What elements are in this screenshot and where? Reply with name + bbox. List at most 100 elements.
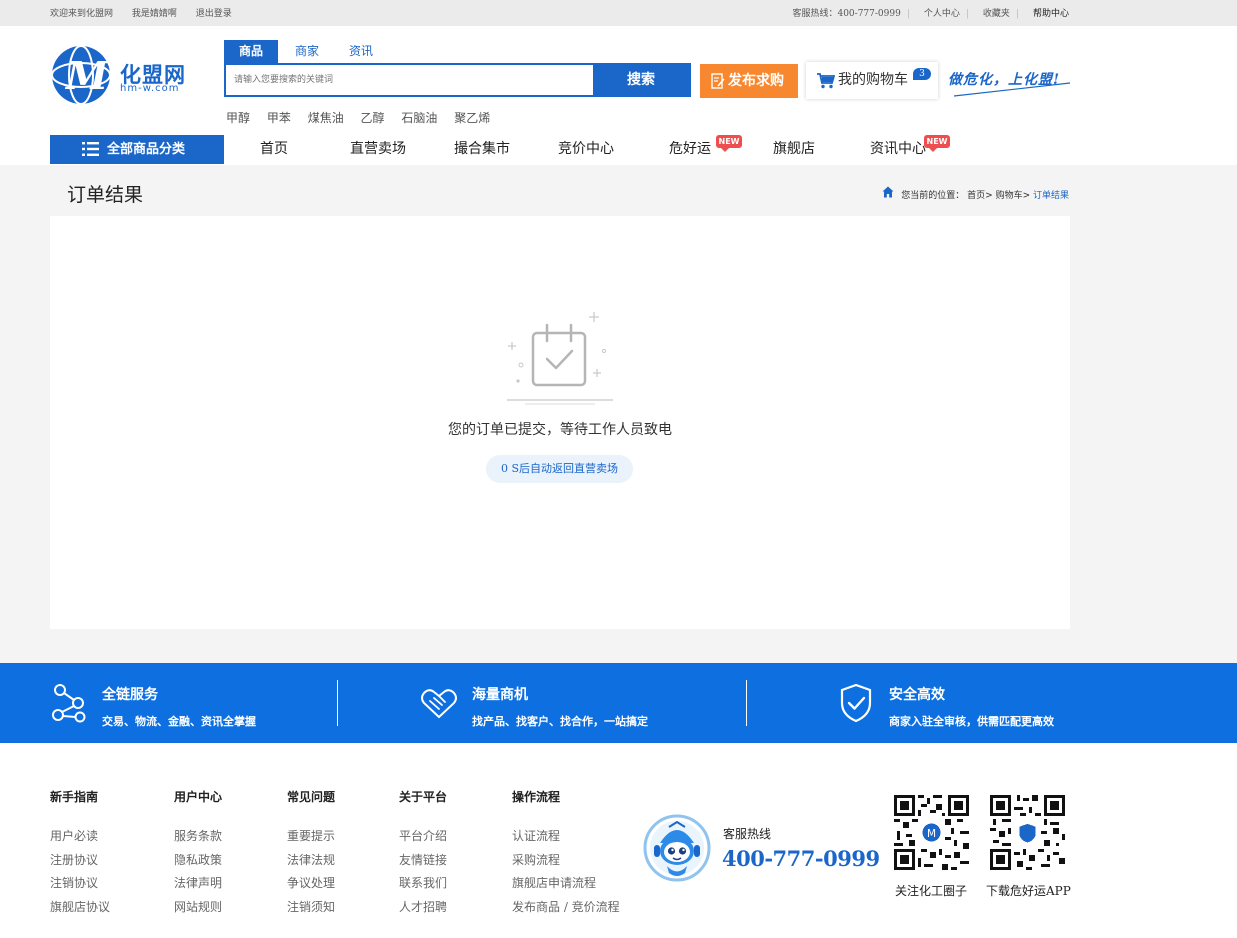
shopping-cart-icon: [817, 73, 835, 89]
hot-keywords: 甲醇 甲苯 煤焦油 乙醇 石脑油 聚乙烯: [226, 109, 503, 126]
calendar-check-icon: [507, 312, 613, 405]
footer-column-title: 关于平台: [399, 790, 448, 804]
search-input[interactable]: [226, 65, 595, 95]
qr-label: 下载危好运APP: [986, 884, 1071, 898]
search-button[interactable]: 搜索: [593, 65, 689, 95]
nav-home[interactable]: 首页: [229, 135, 319, 164]
publish-request-button[interactable]: 发布求购: [700, 64, 798, 98]
page-title: 订单结果: [67, 184, 144, 206]
logo-globe-icon: M: [51, 45, 111, 105]
footer-column-title: 操作流程: [512, 790, 561, 804]
hotword-link[interactable]: 石脑油: [401, 111, 437, 125]
footer-link[interactable]: 注销协议: [50, 872, 110, 896]
logout-link[interactable]: 退出登录: [196, 9, 232, 19]
main-nav: 全部商品分类 首页 直营卖场 撮合集市 竞价中心 危好运 NEW 旗舰店 资讯中…: [0, 133, 1237, 165]
new-badge: NEW: [716, 135, 742, 152]
footer-link[interactable]: 注册协议: [50, 849, 110, 873]
footer-column: 关于平台 平台介绍 友情链接 联系我们 人才招聘: [399, 788, 447, 919]
breadcrumb-cart[interactable]: 购物车: [996, 191, 1023, 201]
feature-desc: 交易、物流、金融、资讯全掌握: [102, 715, 256, 728]
footer-link[interactable]: 重要提示: [287, 825, 335, 849]
footer-column-title: 新手指南: [50, 790, 99, 804]
footer-link[interactable]: 服务条款: [174, 825, 222, 849]
footer-link[interactable]: 争议处理: [287, 872, 335, 896]
hotword-link[interactable]: 聚乙烯: [454, 111, 490, 125]
new-badge: NEW: [924, 135, 950, 152]
all-categories-label: 全部商品分类: [107, 142, 186, 157]
nav-direct-store[interactable]: 直营卖场: [333, 135, 423, 164]
footer-link[interactable]: 法律法规: [287, 849, 335, 873]
footer-link[interactable]: 认证流程: [512, 825, 620, 849]
footer-link[interactable]: 法律声明: [174, 872, 222, 896]
breadcrumb: 您当前的位置： 首页> 购物车> 订单结果: [882, 186, 1069, 201]
breadcrumb-home[interactable]: 首页: [967, 191, 985, 201]
footer-link[interactable]: 网站规则: [174, 896, 222, 920]
footer-link[interactable]: 用户必读: [50, 825, 110, 849]
my-cart-button[interactable]: 我的购物车 3: [806, 62, 938, 99]
chain-service-icon: [52, 684, 86, 723]
footer-column-title: 用户中心: [174, 790, 223, 804]
order-result-card: 您的订单已提交，等待工作人员致电 0 S后自动返回直营卖场: [50, 216, 1070, 629]
hotword-link[interactable]: 甲醇: [226, 111, 250, 125]
publish-label: 发布求购: [728, 73, 784, 89]
footer-column: 用户中心 服务条款 隐私政策 法律声明 网站规则: [174, 788, 222, 919]
search-tab-merchants[interactable]: 商家: [280, 40, 334, 64]
slogan: 做危化，上化盟!: [948, 66, 1072, 98]
hotline-number: 400-777-0999: [722, 846, 880, 871]
footer-link[interactable]: 旗舰店协议: [50, 896, 110, 920]
svg-text:M: M: [927, 828, 936, 840]
welcome-text: 欢迎来到化盟网: [50, 9, 114, 19]
cart-label: 我的购物车: [838, 72, 908, 88]
username-link[interactable]: 我是婧婧啊: [132, 9, 177, 19]
all-categories-button[interactable]: 全部商品分类: [50, 135, 224, 164]
footer-link[interactable]: 发布商品 / 竞价流程: [512, 896, 620, 920]
footer-link[interactable]: 人才招聘: [399, 896, 447, 920]
search-tab-news[interactable]: 资讯: [334, 40, 388, 64]
footer-link[interactable]: 隐私政策: [174, 849, 222, 873]
hotword-link[interactable]: 乙醇: [361, 111, 385, 125]
footer-column-title: 常见问题: [287, 790, 336, 804]
hotline-text: 客服热线：400-777-0999: [792, 9, 901, 19]
footer-column: 操作流程 认证流程 采购流程 旗舰店申请流程 发布商品 / 竞价流程: [512, 788, 620, 919]
qr-code-icon: M: [894, 795, 969, 870]
nav-bidding-center[interactable]: 竞价中心: [541, 135, 631, 164]
feature-desc: 找产品、找客户、找合作，一站搞定: [472, 715, 648, 728]
footer-link[interactable]: 平台介绍: [399, 825, 447, 849]
footer-link[interactable]: 采购流程: [512, 849, 620, 873]
site-logo[interactable]: M 化盟网 hm-w.com: [50, 43, 190, 107]
footer-link[interactable]: 注销须知: [287, 896, 335, 920]
user-center-link[interactable]: 个人中心: [924, 9, 960, 19]
slogan-underline-icon: [953, 82, 1071, 97]
nav-flagship-store[interactable]: 旗舰店: [749, 135, 839, 164]
favorites-link[interactable]: 收藏夹: [983, 9, 1010, 19]
handshake-icon: [421, 689, 457, 719]
top-bar: 欢迎来到化盟网 我是婧婧啊 退出登录 客服热线：400-777-0999 | 个人中…: [0, 0, 1237, 26]
breadcrumb-prefix: 您当前的位置：: [901, 191, 965, 201]
search-box: 搜索: [224, 63, 691, 97]
help-center-link[interactable]: 帮助中心: [1033, 9, 1069, 19]
footer-column: 常见问题 重要提示 法律法规 争议处理 注销须知: [287, 788, 335, 919]
hotline-label: 客服热线: [723, 827, 772, 841]
robot-mascot-icon: [643, 814, 711, 882]
cart-count-badge: 3: [913, 68, 931, 80]
feature-desc: 商家入驻全审核，供需匹配更高效: [889, 715, 1054, 728]
footer-column: 新手指南 用户必读 注册协议 注销协议 旗舰店协议: [50, 788, 110, 919]
nav-match-market[interactable]: 撮合集市: [437, 135, 527, 164]
shield-check-icon: [840, 683, 872, 723]
features-band: 全链服务 交易、物流、金融、资讯全掌握 海量商机 找产品、找客户、找合作，一站搞…: [0, 663, 1237, 743]
edit-doc-icon: [711, 73, 725, 89]
home-icon: [882, 186, 894, 198]
hotword-link[interactable]: 煤焦油: [308, 111, 344, 125]
footer-link[interactable]: 联系我们: [399, 872, 447, 896]
search-tab-products[interactable]: 商品: [224, 40, 278, 64]
divider: [337, 680, 338, 726]
feature-title: 全链服务: [102, 687, 158, 703]
footer-link[interactable]: 旗舰店申请流程: [512, 872, 620, 896]
breadcrumb-current: 订单结果: [1032, 191, 1069, 201]
svg-text:M: M: [64, 53, 109, 98]
order-submitted-message: 您的订单已提交，等待工作人员致电: [448, 422, 672, 438]
footer-link[interactable]: 友情链接: [399, 849, 447, 873]
hotword-link[interactable]: 甲苯: [267, 111, 291, 125]
qr-code-icon: [990, 795, 1065, 870]
auto-return-link[interactable]: 0 S后自动返回直营卖场: [486, 455, 633, 483]
